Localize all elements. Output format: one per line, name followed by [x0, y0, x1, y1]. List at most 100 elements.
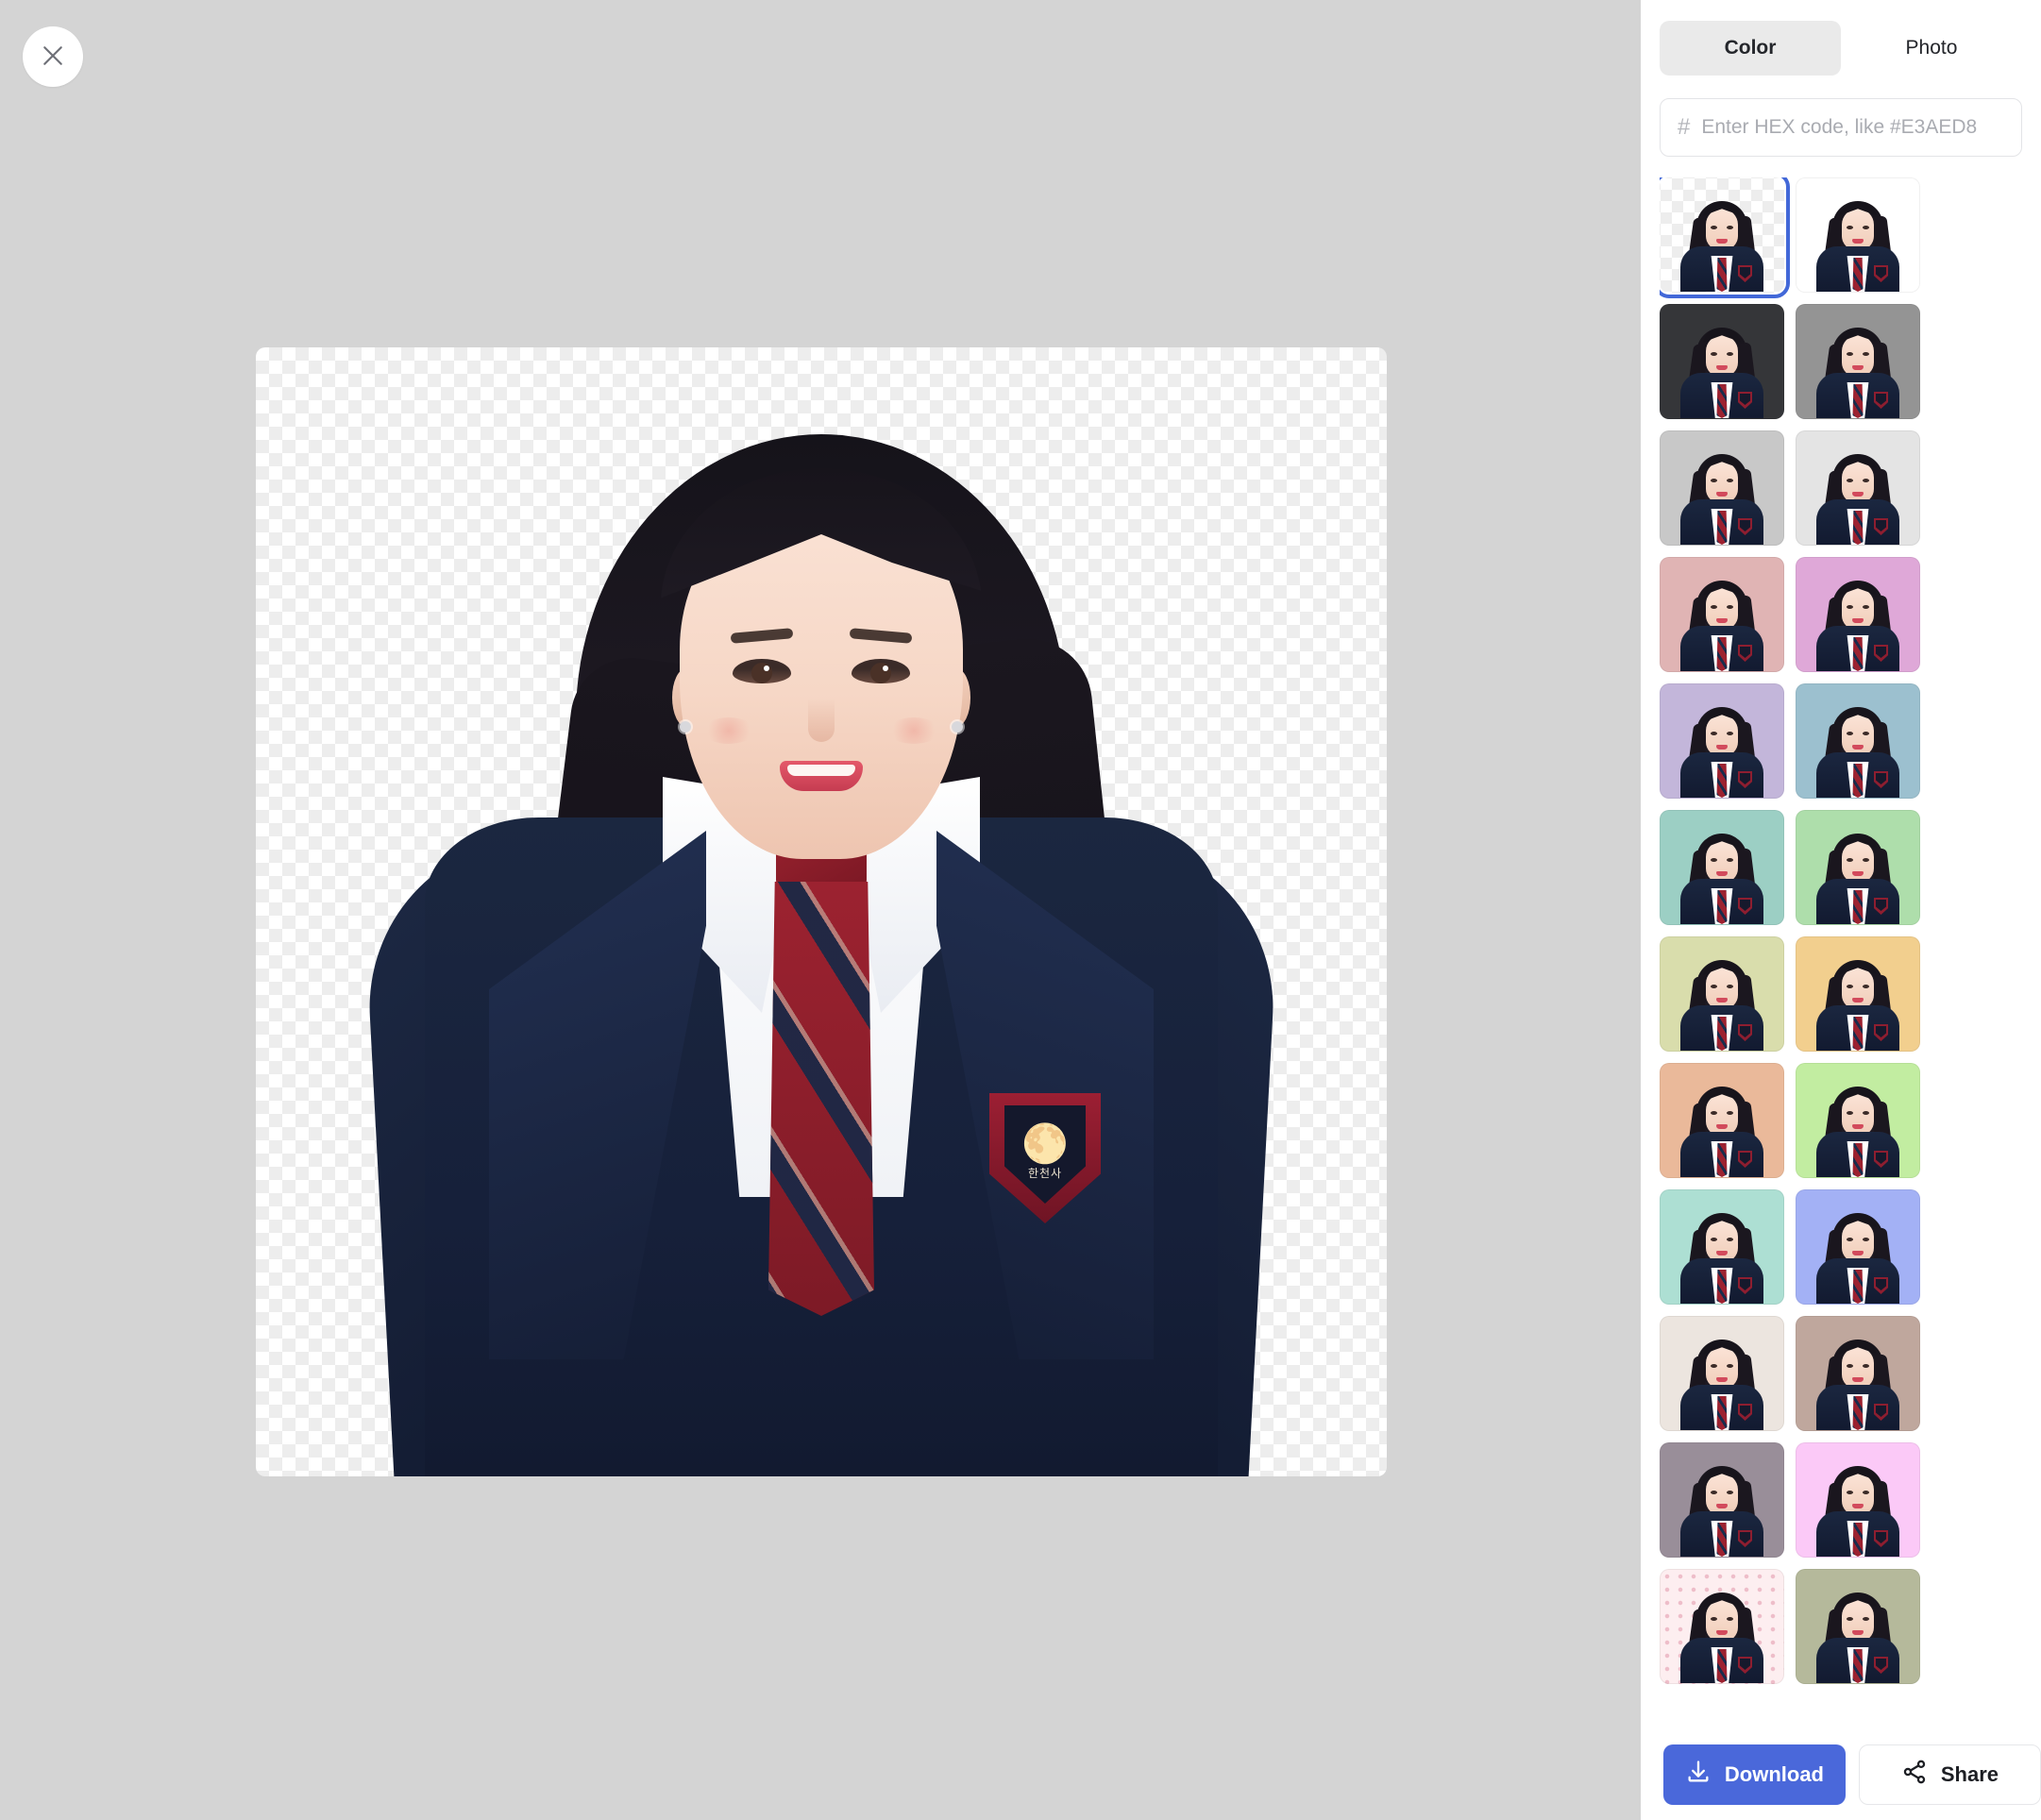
swatch-thumbnail — [1678, 316, 1765, 418]
hex-code-field[interactable]: # — [1660, 98, 2022, 157]
swatch-thumbnail — [1678, 822, 1765, 924]
thumb-mouth — [1852, 998, 1864, 1003]
swatch-thumbnail — [1814, 949, 1901, 1051]
thumb-mouth — [1716, 871, 1728, 876]
hex-code-input[interactable] — [1701, 116, 2004, 139]
thumb-eye-right — [1863, 732, 1869, 735]
thumb-eye-left — [1711, 1238, 1717, 1241]
color-swatch-mid-gray[interactable] — [1796, 304, 1920, 419]
swatch-thumbnail — [1814, 443, 1901, 545]
swatch-thumbnail — [1678, 1455, 1765, 1557]
thumb-eye-left — [1711, 352, 1717, 356]
thumb-tie — [1852, 637, 1864, 671]
thumb-face — [1706, 1221, 1738, 1262]
color-swatch-peach[interactable] — [1660, 1063, 1784, 1178]
color-swatch-orchid-pink[interactable] — [1796, 557, 1920, 672]
thumb-eye-right — [1727, 1111, 1733, 1115]
thumb-face — [1706, 462, 1738, 503]
color-swatch-aqua-mint[interactable] — [1660, 1189, 1784, 1305]
color-swatch-taupe[interactable] — [1796, 1316, 1920, 1431]
swatch-thumbnail — [1678, 949, 1765, 1051]
thumb-face — [1706, 1094, 1738, 1136]
thumb-eye-right — [1727, 985, 1733, 988]
tab-color[interactable]: Color — [1660, 21, 1841, 76]
color-swatch-light-gray[interactable] — [1660, 430, 1784, 546]
thumb-eye-right — [1863, 479, 1869, 482]
thumb-tie — [1852, 1523, 1864, 1557]
swatch-thumbnail — [1678, 696, 1765, 798]
swatch-thumbnail — [1814, 822, 1901, 924]
color-swatch-sage[interactable] — [1796, 1569, 1920, 1684]
blush-left — [702, 717, 755, 744]
thumb-mouth — [1852, 745, 1864, 750]
thumb-eye-right — [1863, 1364, 1869, 1368]
thumb-mouth — [1852, 871, 1864, 876]
thumb-face — [1706, 588, 1738, 630]
thumb-face — [1842, 209, 1874, 250]
color-swatch-pale-olive[interactable] — [1660, 936, 1784, 1052]
color-swatch-periwinkle[interactable] — [1796, 1189, 1920, 1305]
thumb-eye-right — [1863, 226, 1869, 229]
close-button[interactable] — [23, 26, 83, 87]
thumb-face — [1706, 1347, 1738, 1389]
color-swatch-cotton-pink[interactable] — [1796, 1442, 1920, 1558]
tab-photo[interactable]: Photo — [1841, 21, 2022, 76]
earring-right — [952, 721, 963, 733]
color-swatch-transparent[interactable] — [1660, 177, 1790, 298]
thumb-mouth — [1716, 1377, 1728, 1382]
thumb-eye-right — [1863, 1238, 1869, 1241]
color-swatch-mauve-gray[interactable] — [1660, 1442, 1784, 1558]
swatch-thumbnail — [1678, 443, 1765, 545]
thumb-face — [1842, 335, 1874, 377]
thumb-face — [1842, 1221, 1874, 1262]
swatch-thumbnail — [1678, 190, 1765, 292]
color-swatch-ivory[interactable] — [1660, 1316, 1784, 1431]
swatch-thumbnail — [1814, 1202, 1901, 1304]
image-canvas[interactable]: 🌕 한천사 — [256, 347, 1387, 1476]
thumb-face — [1842, 1474, 1874, 1515]
thumb-eye-right — [1863, 352, 1869, 356]
color-swatch-dusty-blue[interactable] — [1796, 683, 1920, 799]
color-swatch-pale-gray[interactable] — [1796, 430, 1920, 546]
thumb-eye-right — [1727, 858, 1733, 862]
color-swatch-light-lime[interactable] — [1796, 1063, 1920, 1178]
thumb-tie — [1716, 511, 1728, 545]
thumb-mouth — [1852, 492, 1864, 497]
thumb-eye-right — [1863, 1491, 1869, 1494]
thumb-mouth — [1852, 1377, 1864, 1382]
color-swatch-blush-dots[interactable] — [1660, 1569, 1784, 1684]
thumb-face — [1842, 462, 1874, 503]
color-swatch-dusty-rose[interactable] — [1660, 557, 1784, 672]
thumb-eye-left — [1847, 479, 1853, 482]
thumb-eye-right — [1863, 1617, 1869, 1621]
color-swatch-teal-mint[interactable] — [1660, 810, 1784, 925]
download-button[interactable]: Download — [1663, 1744, 1846, 1805]
app-root: 🌕 한천사 Color Photo # Enter HEX code, like… — [0, 0, 2041, 1820]
thumb-mouth — [1852, 1504, 1864, 1508]
thumb-tie — [1716, 1523, 1728, 1557]
color-swatch-grid[interactable] — [1660, 177, 2028, 1820]
color-swatch-white[interactable] — [1796, 177, 1920, 293]
thumb-eye-right — [1863, 1111, 1869, 1115]
share-icon — [1901, 1759, 1928, 1791]
thumb-tie — [1852, 1143, 1864, 1177]
thumb-tie — [1716, 1270, 1728, 1304]
thumb-eye-left — [1711, 479, 1717, 482]
color-swatch-warm-sand[interactable] — [1796, 936, 1920, 1052]
swatch-thumbnail — [1814, 1581, 1901, 1683]
thumb-tie — [1852, 764, 1864, 798]
thumb-eye-left — [1847, 985, 1853, 988]
swatch-thumbnail — [1814, 696, 1901, 798]
color-swatch-lavender[interactable] — [1660, 683, 1784, 799]
color-swatch-charcoal[interactable] — [1660, 304, 1784, 419]
share-button[interactable]: Share — [1858, 1744, 2041, 1805]
thumb-mouth — [1716, 745, 1728, 750]
thumb-eye-left — [1847, 1617, 1853, 1621]
swatch-thumbnail — [1678, 1328, 1765, 1430]
color-swatch-soft-green[interactable] — [1796, 810, 1920, 925]
thumb-eye-left — [1711, 605, 1717, 609]
thumb-face — [1842, 1094, 1874, 1136]
thumb-eye-right — [1727, 1238, 1733, 1241]
swatch-thumbnail — [1678, 1581, 1765, 1683]
thumb-eye-left — [1711, 226, 1717, 229]
